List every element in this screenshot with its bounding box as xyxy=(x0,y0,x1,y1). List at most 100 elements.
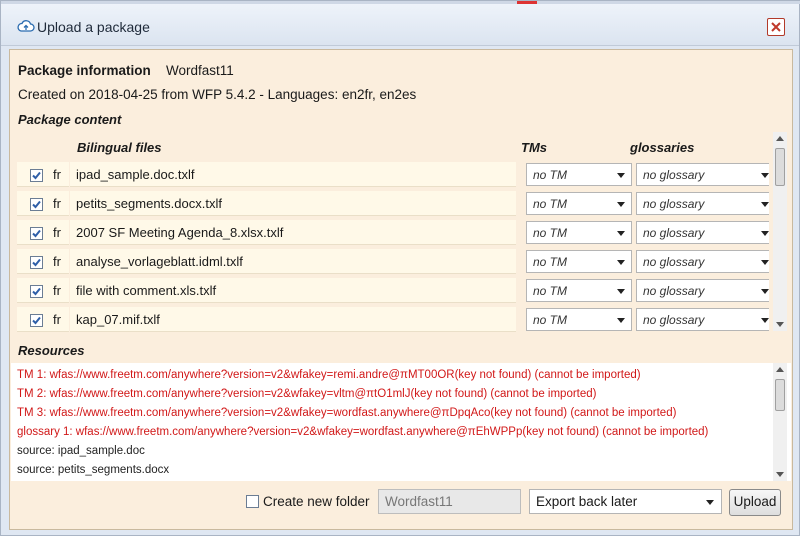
tm-select[interactable]: no TM xyxy=(526,192,632,215)
cloud-upload-icon xyxy=(17,20,35,32)
chevron-down-icon xyxy=(706,500,714,505)
row-file-cell: ipad_sample.doc.txlf xyxy=(70,162,516,187)
package-name: Wordfast11 xyxy=(166,63,234,78)
row-file-name: petits_segments.docx.txlf xyxy=(76,196,222,211)
close-button[interactable] xyxy=(767,18,785,36)
file-list-scrollbar[interactable] xyxy=(773,132,787,331)
row-language: fr xyxy=(53,167,61,182)
chevron-down-icon xyxy=(617,173,625,178)
checkmark-icon xyxy=(32,258,41,267)
row-language: fr xyxy=(53,254,61,269)
glossary-select-value: no glossary xyxy=(643,284,705,298)
table-row: fr 2007 SF Meeting Agenda_8.xlsx.txlf no… xyxy=(17,219,769,246)
row-file-name: 2007 SF Meeting Agenda_8.xlsx.txlf xyxy=(76,225,284,240)
file-checkbox[interactable] xyxy=(30,256,43,269)
package-content-heading: Package content xyxy=(18,112,122,127)
scroll-down-icon[interactable] xyxy=(776,472,784,477)
row-file-cell: file with comment.xls.txlf xyxy=(70,278,516,303)
export-option-select[interactable]: Export back later xyxy=(529,489,722,514)
upload-package-dialog: Upload a package Package information Wor… xyxy=(0,0,800,536)
glossary-select[interactable]: no glossary xyxy=(636,279,769,302)
scroll-thumb[interactable] xyxy=(775,148,785,186)
column-header-glossaries: glossaries xyxy=(630,140,695,155)
create-folder-checkbox[interactable] xyxy=(246,495,259,508)
row-file-name: file with comment.xls.txlf xyxy=(76,283,217,298)
resource-line: source: petits_segments.docx xyxy=(17,464,170,476)
tm-select[interactable]: no TM xyxy=(526,279,632,302)
table-row: fr ipad_sample.doc.txlf no TM no glossar… xyxy=(17,161,769,188)
file-checkbox[interactable] xyxy=(30,169,43,182)
tm-select[interactable]: no TM xyxy=(526,221,632,244)
row-file-name: kap_07.mif.txlf xyxy=(76,312,160,327)
checkmark-icon xyxy=(32,229,41,238)
row-strip: fr xyxy=(17,191,69,216)
row-strip: fr xyxy=(17,249,69,274)
glossary-select[interactable]: no glossary xyxy=(636,192,769,215)
row-file-cell: 2007 SF Meeting Agenda_8.xlsx.txlf xyxy=(70,220,516,245)
row-file-cell: analyse_vorlageblatt.idml.txlf xyxy=(70,249,516,274)
tm-select-value: no TM xyxy=(533,284,568,298)
row-language: fr xyxy=(53,283,61,298)
row-file-name: analyse_vorlageblatt.idml.txlf xyxy=(76,254,243,269)
chevron-down-icon xyxy=(761,173,769,178)
chevron-down-icon xyxy=(761,318,769,323)
scroll-down-icon[interactable] xyxy=(776,322,784,327)
chevron-down-icon xyxy=(617,260,625,265)
chevron-down-icon xyxy=(761,202,769,207)
resources-scrollbar[interactable] xyxy=(773,363,787,481)
table-row: fr file with comment.xls.txlf no TM no g… xyxy=(17,277,769,304)
package-info-label: Package information xyxy=(18,63,151,78)
file-list: fr ipad_sample.doc.txlf no TM no glossar… xyxy=(17,161,769,335)
file-checkbox[interactable] xyxy=(30,314,43,327)
row-strip: fr xyxy=(17,162,69,187)
checkmark-icon xyxy=(32,200,41,209)
table-row: fr analyse_vorlageblatt.idml.txlf no TM … xyxy=(17,248,769,275)
glossary-select[interactable]: no glossary xyxy=(636,250,769,273)
chevron-down-icon xyxy=(617,289,625,294)
row-strip: fr xyxy=(17,220,69,245)
row-language: fr xyxy=(53,225,61,240)
chevron-down-icon xyxy=(761,289,769,294)
create-folder-label: Create new folder xyxy=(263,494,370,509)
tm-select-value: no TM xyxy=(533,255,568,269)
chevron-down-icon xyxy=(761,260,769,265)
resource-line: TM 1: wfas://www.freetm.com/anywhere?ver… xyxy=(17,369,641,381)
glossary-select-value: no glossary xyxy=(643,168,705,182)
chevron-down-icon xyxy=(617,202,625,207)
package-created-info: Created on 2018-04-25 from WFP 5.4.2 - L… xyxy=(18,87,417,102)
resource-line: TM 2: wfas://www.freetm.com/anywhere?ver… xyxy=(17,388,597,400)
checkmark-icon xyxy=(32,171,41,180)
export-option-value: Export back later xyxy=(536,494,638,509)
file-checkbox[interactable] xyxy=(30,227,43,240)
glossary-select[interactable]: no glossary xyxy=(636,163,769,186)
tm-select[interactable]: no TM xyxy=(526,163,632,186)
tm-select-value: no TM xyxy=(533,313,568,327)
glossary-select[interactable]: no glossary xyxy=(636,221,769,244)
column-header-files: Bilingual files xyxy=(77,140,162,155)
resource-line: TM 3: wfas://www.freetm.com/anywhere?ver… xyxy=(17,407,677,419)
row-file-name: ipad_sample.doc.txlf xyxy=(76,167,195,182)
tm-select[interactable]: no TM xyxy=(526,308,632,331)
row-file-cell: petits_segments.docx.txlf xyxy=(70,191,516,216)
upload-button[interactable]: Upload xyxy=(729,489,781,516)
scroll-up-icon[interactable] xyxy=(776,367,784,372)
file-checkbox[interactable] xyxy=(30,285,43,298)
table-row: fr petits_segments.docx.txlf no TM no gl… xyxy=(17,190,769,217)
tm-select-value: no TM xyxy=(533,168,568,182)
scroll-up-icon[interactable] xyxy=(776,136,784,141)
scroll-thumb[interactable] xyxy=(775,379,785,411)
table-row: fr kap_07.mif.txlf no TM no glossary xyxy=(17,306,769,333)
row-strip: fr xyxy=(17,307,69,332)
dialog-title: Upload a package xyxy=(37,19,150,35)
folder-name-input[interactable]: Wordfast11 xyxy=(378,489,521,514)
chevron-down-icon xyxy=(761,231,769,236)
title-bar: Upload a package xyxy=(1,4,799,46)
glossary-select[interactable]: no glossary xyxy=(636,308,769,331)
chevron-down-icon xyxy=(617,318,625,323)
row-language: fr xyxy=(53,196,61,211)
file-checkbox[interactable] xyxy=(30,198,43,211)
close-icon xyxy=(771,22,781,32)
glossary-select-value: no glossary xyxy=(643,313,705,327)
checkmark-icon xyxy=(32,316,41,325)
tm-select[interactable]: no TM xyxy=(526,250,632,273)
